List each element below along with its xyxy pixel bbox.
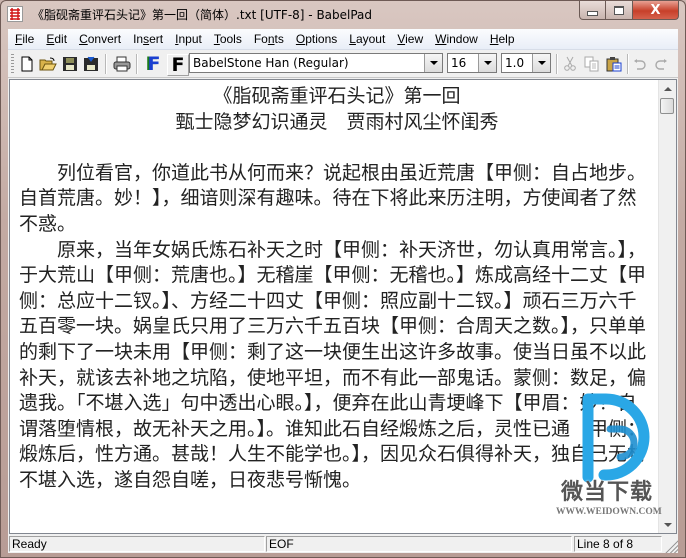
new-file-icon xyxy=(21,56,33,72)
menu-layout[interactable]: Layout xyxy=(349,29,385,49)
print-icon xyxy=(113,56,131,72)
menu-window[interactable]: Window xyxy=(435,29,478,49)
print-button[interactable] xyxy=(112,54,132,74)
menu-help[interactable]: Help xyxy=(490,29,515,49)
status-bar: Ready EOF Line 8 of 8 xyxy=(8,535,678,553)
chevron-down-icon xyxy=(537,61,546,65)
menu-view[interactable]: View xyxy=(397,29,423,49)
vertical-scrollbar[interactable] xyxy=(658,80,676,533)
title-bar[interactable]: 《脂砚斋重评石头记》第一回（简体）.txt [UTF-8] - BabelPad… xyxy=(1,1,685,29)
scroll-thumb[interactable] xyxy=(660,98,674,114)
paste-button[interactable] xyxy=(604,54,624,74)
arrow-down-icon xyxy=(663,522,672,527)
font-name-dropdown[interactable] xyxy=(424,54,442,72)
close-button[interactable]: X xyxy=(633,1,679,20)
undo-button[interactable] xyxy=(630,54,650,74)
text-editor[interactable]: 《脂砚斋重评石头记》第一回 甄士隐梦幻识通灵 贾雨村风尘怀闺秀 列位看官，你道此… xyxy=(9,79,677,534)
app-window: 《脂砚斋重评石头记》第一回（简体）.txt [UTF-8] - BabelPad… xyxy=(0,0,686,558)
chapter-subtitle: 甄士隐梦幻识通灵 贾雨村风尘怀闺秀 xyxy=(175,110,499,133)
menu-file[interactable]: File xyxy=(15,29,34,49)
minimize-button[interactable] xyxy=(579,1,606,20)
minimize-icon xyxy=(587,10,598,16)
window-title: 《脂砚斋重评石头记》第一回（简体）.txt [UTF-8] - BabelPad xyxy=(32,8,373,22)
menu-insert[interactable]: Insert xyxy=(133,29,163,49)
copy-icon xyxy=(584,56,599,72)
maximize-icon xyxy=(614,5,624,15)
font-name-select[interactable]: BabelStone Han (Regular) xyxy=(189,53,443,73)
toolbar-grip[interactable] xyxy=(11,54,14,74)
save-all-icon xyxy=(84,56,98,71)
chevron-down-icon xyxy=(429,61,438,65)
chapter-title: 《脂砚斋重评石头记》第一回 xyxy=(213,85,461,107)
save-button[interactable] xyxy=(60,54,80,74)
save-all-button[interactable] xyxy=(81,54,101,74)
font-size-select[interactable]: 16 xyxy=(447,53,497,73)
open-button[interactable] xyxy=(38,54,58,74)
menu-bar: File Edit Convert Insert Input Tools Fonts Opti… xyxy=(8,29,678,50)
babelpad-icon[interactable] xyxy=(7,6,23,22)
line-spacing-dropdown[interactable] xyxy=(532,54,550,72)
menu-edit[interactable]: Edit xyxy=(46,29,67,49)
line-spacing-select[interactable]: 1.0 xyxy=(501,53,551,73)
document-text[interactable]: 《脂砚斋重评石头记》第一回 甄士隐梦幻识通灵 贾雨村风尘怀闺秀 列位看官，你道此… xyxy=(19,84,655,494)
status-text: Ready xyxy=(9,536,265,552)
status-line-info: Line 8 of 8 xyxy=(574,536,662,552)
client-area: File Edit Convert Insert Input Tools Fonts Opti… xyxy=(8,29,678,553)
open-folder-icon xyxy=(39,57,57,71)
resize-grip[interactable] xyxy=(664,539,678,553)
chevron-down-icon xyxy=(483,61,492,65)
status-position: EOF xyxy=(266,536,572,552)
line-spacing-value: 1.0 xyxy=(505,56,525,70)
menu-options[interactable]: Options xyxy=(296,29,337,49)
font-style-icon: F xyxy=(171,54,185,76)
menu-convert[interactable]: Convert xyxy=(79,29,121,49)
new-file-button[interactable] xyxy=(17,54,37,74)
close-icon: X xyxy=(650,2,661,18)
paragraph: 原来，当年女娲氏炼石补天之时【甲侧：补天济世，勿认真用常言。】，于大荒山【甲侧：… xyxy=(19,238,647,491)
redo-icon xyxy=(655,59,667,70)
font-color-icon: F xyxy=(147,53,161,75)
font-style-button[interactable]: F xyxy=(167,54,189,76)
paragraph: 列位看官，你道此书从何而来？说起根由虽近荒唐【甲侧：自占地步。自首荒唐。妙！】，… xyxy=(19,161,647,235)
undo-icon xyxy=(634,59,646,70)
font-name-value: BabelStone Han (Regular) xyxy=(193,56,349,70)
maximize-button[interactable] xyxy=(606,1,633,20)
arrow-up-icon xyxy=(663,86,672,91)
menu-fonts[interactable]: Fonts xyxy=(254,29,284,49)
menu-tools[interactable]: Tools xyxy=(214,29,242,49)
font-size-value: 16 xyxy=(451,56,467,70)
copy-button[interactable] xyxy=(582,54,602,74)
scroll-up-button[interactable] xyxy=(659,80,676,97)
redo-button[interactable] xyxy=(651,54,671,74)
cut-button[interactable] xyxy=(560,54,580,74)
scroll-down-button[interactable] xyxy=(659,516,676,533)
menu-input[interactable]: Input xyxy=(175,29,202,49)
font-color-button[interactable]: F xyxy=(144,53,164,75)
paste-icon xyxy=(606,57,622,72)
font-size-dropdown[interactable] xyxy=(478,54,496,72)
toolbar: F F BabelStone Han (Regular) 16 1.0 xyxy=(8,50,678,78)
cut-icon xyxy=(564,56,576,71)
save-icon xyxy=(63,57,77,71)
